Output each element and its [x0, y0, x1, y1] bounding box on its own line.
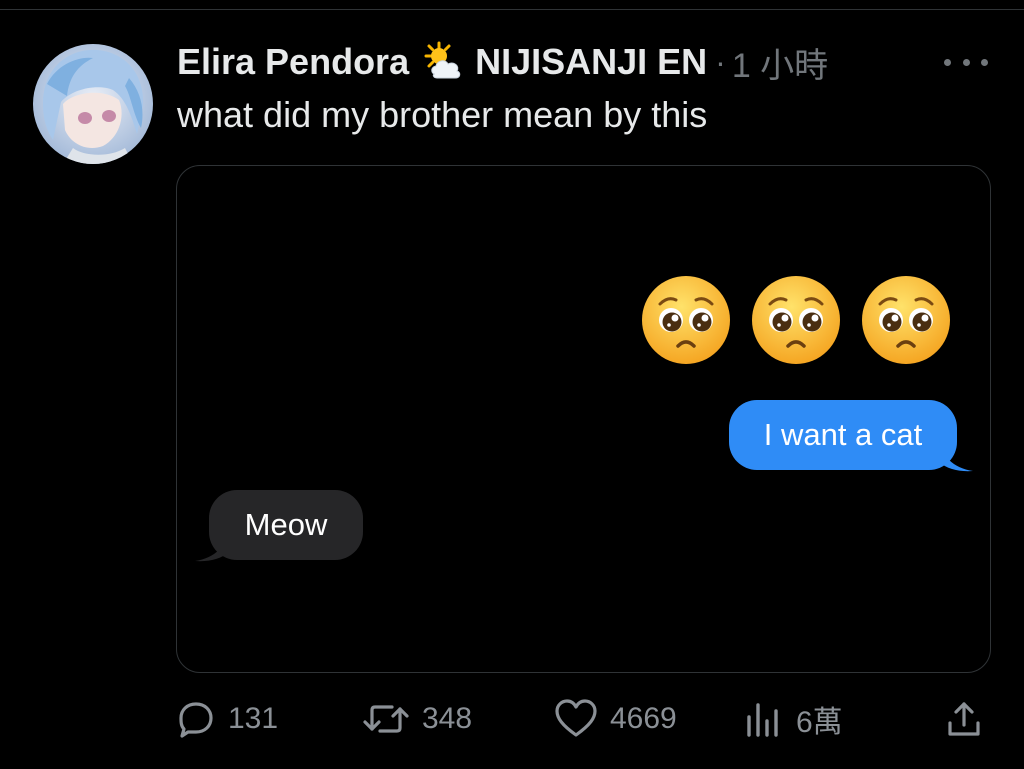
outgoing-bubble-tail [939, 438, 973, 472]
ellipsis-dot [981, 58, 988, 66]
heart-icon [555, 699, 597, 737]
pleading-face-icon [752, 276, 840, 364]
avatar[interactable] [33, 44, 153, 164]
views-button[interactable]: 6萬 [744, 694, 843, 744]
retweet-button[interactable]: 348 [362, 694, 472, 744]
author-display-name[interactable]: Elira Pendora [177, 41, 409, 83]
share-icon [948, 702, 980, 736]
retweet-icon [363, 705, 409, 733]
reply-bubble-icon [179, 702, 213, 738]
views-chart-icon [747, 703, 778, 737]
incoming-bubble-tail [195, 528, 229, 562]
avatar-image [33, 44, 153, 164]
like-button[interactable]: 4669 [554, 694, 677, 744]
ellipsis-dot [944, 58, 951, 66]
emoji-row [640, 274, 952, 366]
reply-button[interactable]: 131 [176, 694, 278, 744]
share-button[interactable] [944, 694, 984, 744]
ellipsis-icon[interactable] [944, 50, 988, 74]
top-divider [0, 9, 1024, 10]
tweet-action-bar: 131 348 4669 6萬 [176, 694, 990, 744]
author-affiliation: NIJISANJI EN [475, 41, 708, 82]
pleading-face-icon [642, 276, 730, 364]
sun-behind-cloud-icon [421, 40, 465, 84]
reply-count: 131 [228, 702, 279, 735]
pleading-face-icon [862, 276, 950, 364]
media-attachment[interactable]: I want a cat Meow [176, 165, 991, 673]
tweet-header: Elira Pendora NIJISANJI EN · 1 小時 [177, 38, 828, 86]
tweet-text: what did my brother mean by this [177, 94, 708, 135]
views-count: 6萬 [796, 706, 843, 739]
like-count: 4669 [610, 702, 677, 735]
retweet-count: 348 [422, 702, 473, 735]
tweet-timestamp[interactable]: 1 小時 [732, 38, 828, 87]
incoming-message-bubble: Meow [209, 490, 363, 560]
header-separator: · [715, 43, 726, 80]
ellipsis-dot [962, 58, 970, 66]
outgoing-message-bubble: I want a cat [729, 400, 957, 470]
